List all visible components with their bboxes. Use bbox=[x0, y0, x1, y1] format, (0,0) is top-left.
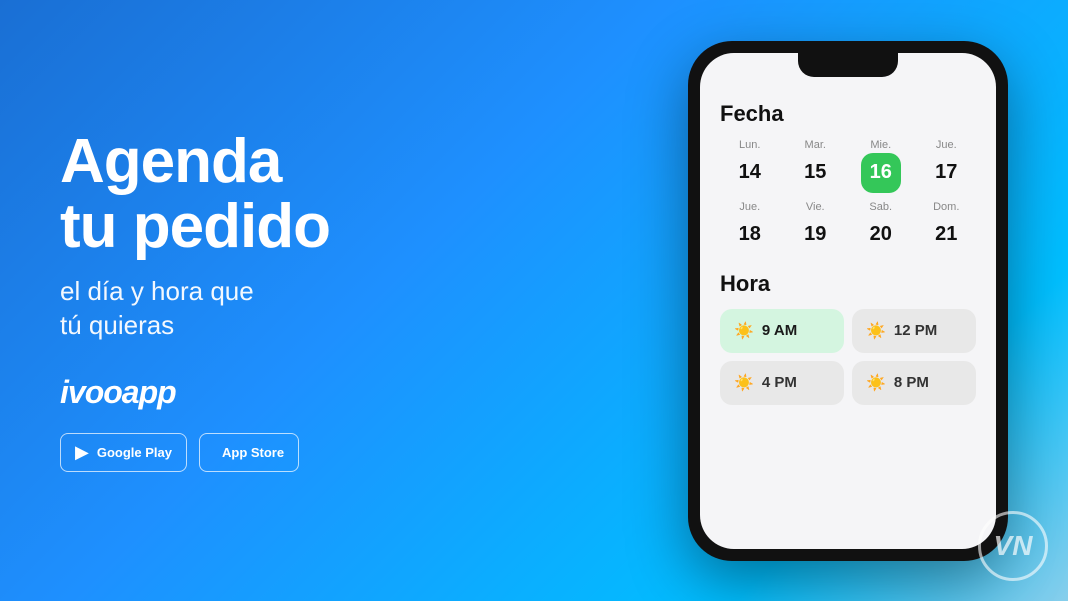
headline: Agenda tu pedido bbox=[60, 129, 400, 259]
calendar-day-cell[interactable]: Jue. 18 bbox=[720, 201, 780, 255]
calendar-day-cell[interactable]: Dom. 21 bbox=[917, 201, 977, 255]
time-slot[interactable]: ☀️ 8 PM bbox=[852, 361, 976, 405]
day-number: 16 bbox=[861, 153, 901, 193]
calendar-day-cell[interactable]: Mie. 16 bbox=[851, 139, 911, 193]
time-label: 12 PM bbox=[894, 322, 937, 339]
sun-icon: ☀️ bbox=[866, 373, 886, 393]
calendar-section: Fecha Lun. 14 Mar. 15 Mie. 16 Jue. 17 Ju… bbox=[720, 101, 976, 255]
google-play-icon: ▶ bbox=[75, 442, 89, 463]
app-store-button[interactable]: App Store bbox=[199, 433, 299, 472]
day-number: 15 bbox=[795, 153, 835, 193]
store-buttons: ▶ Google Play App Store bbox=[60, 433, 400, 472]
time-slot[interactable]: ☀️ 12 PM bbox=[852, 309, 976, 353]
day-name: Lun. bbox=[739, 139, 760, 151]
headline-line2: tu pedido bbox=[60, 194, 400, 259]
phone-screen: Fecha Lun. 14 Mar. 15 Mie. 16 Jue. 17 Ju… bbox=[700, 53, 996, 549]
sun-icon: ☀️ bbox=[734, 373, 754, 393]
calendar-day-cell[interactable]: Vie. 19 bbox=[786, 201, 846, 255]
right-panel: Fecha Lun. 14 Mar. 15 Mie. 16 Jue. 17 Ju… bbox=[688, 41, 1008, 561]
subheadline-line2: tú quieras bbox=[60, 309, 400, 343]
phone-frame: Fecha Lun. 14 Mar. 15 Mie. 16 Jue. 17 Ju… bbox=[688, 41, 1008, 561]
phone-notch bbox=[798, 53, 898, 77]
time-grid: ☀️ 9 AM ☀️ 12 PM ☀️ 4 PM ☀️ 8 PM bbox=[720, 309, 976, 405]
day-number: 18 bbox=[730, 215, 770, 255]
time-slot[interactable]: ☀️ 9 AM bbox=[720, 309, 844, 353]
subheadline-line1: el día y hora que bbox=[60, 275, 400, 309]
hour-title: Hora bbox=[720, 271, 976, 297]
sun-icon: ☀️ bbox=[866, 321, 886, 341]
watermark-text: VN bbox=[994, 530, 1033, 562]
google-play-label: Google Play bbox=[97, 445, 172, 460]
google-play-button[interactable]: ▶ Google Play bbox=[60, 433, 187, 472]
day-name: Vie. bbox=[806, 201, 825, 213]
calendar-day-cell[interactable]: Lun. 14 bbox=[720, 139, 780, 193]
sun-icon: ☀️ bbox=[734, 321, 754, 341]
day-number: 20 bbox=[861, 215, 901, 255]
left-panel: Agenda tu pedido el día y hora que tú qu… bbox=[60, 129, 400, 473]
day-name: Mar. bbox=[805, 139, 826, 151]
headline-line1: Agenda bbox=[60, 129, 400, 194]
time-slot[interactable]: ☀️ 4 PM bbox=[720, 361, 844, 405]
day-name: Jue. bbox=[739, 201, 760, 213]
calendar-row2: Jue. 18 Vie. 19 Sab. 20 Dom. 21 bbox=[720, 201, 976, 255]
calendar-row1: Lun. 14 Mar. 15 Mie. 16 Jue. 17 bbox=[720, 139, 976, 193]
calendar-day-cell[interactable]: Jue. 17 bbox=[917, 139, 977, 193]
watermark: VN bbox=[978, 511, 1048, 581]
time-label: 8 PM bbox=[894, 374, 929, 391]
day-number: 21 bbox=[926, 215, 966, 255]
day-name: Mie. bbox=[870, 139, 891, 151]
day-name: Dom. bbox=[933, 201, 959, 213]
app-store-label: App Store bbox=[222, 445, 284, 460]
day-number: 19 bbox=[795, 215, 835, 255]
day-name: Sab. bbox=[869, 201, 892, 213]
calendar-day-cell[interactable]: Mar. 15 bbox=[786, 139, 846, 193]
time-label: 9 AM bbox=[762, 322, 797, 339]
day-number: 14 bbox=[730, 153, 770, 193]
day-name: Jue. bbox=[936, 139, 957, 151]
background: Agenda tu pedido el día y hora que tú qu… bbox=[0, 0, 1068, 601]
calendar-day-cell[interactable]: Sab. 20 bbox=[851, 201, 911, 255]
hour-section: Hora ☀️ 9 AM ☀️ 12 PM ☀️ 4 PM ☀️ 8 PM bbox=[720, 271, 976, 405]
brand-name: ivooapp bbox=[60, 374, 176, 410]
brand-logo: ivooapp bbox=[60, 374, 400, 411]
watermark-circle: VN bbox=[978, 511, 1048, 581]
subheadline: el día y hora que tú quieras bbox=[60, 275, 400, 343]
day-number: 17 bbox=[926, 153, 966, 193]
calendar-title: Fecha bbox=[720, 101, 976, 127]
time-label: 4 PM bbox=[762, 374, 797, 391]
